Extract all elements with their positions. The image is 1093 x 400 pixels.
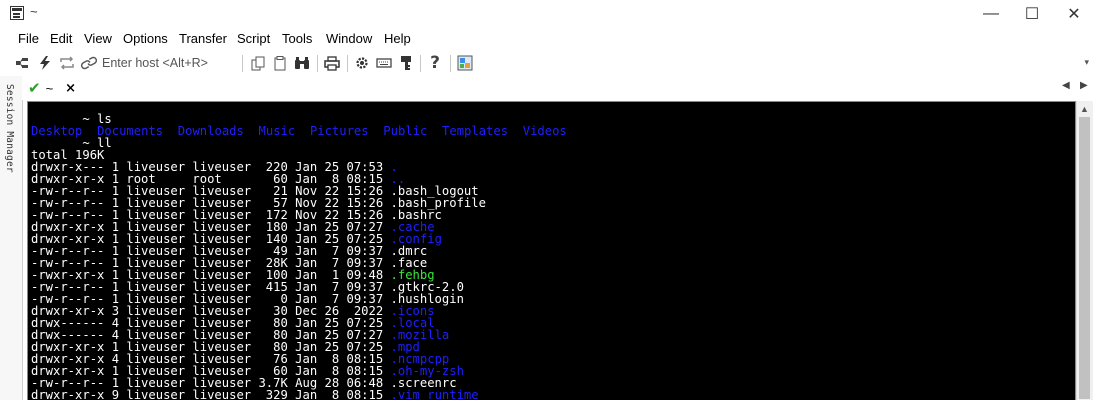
help-icon[interactable]: ? (426, 53, 444, 73)
session-manager-rail[interactable]: Session Manager (0, 76, 23, 400)
terminal-line: Desktop Documents Downloads Music Pictur… (31, 125, 1075, 137)
print-icon[interactable] (323, 54, 341, 72)
directory-name: .vim_runtime (390, 388, 479, 400)
window-title: ~ (30, 4, 38, 19)
keymap-icon[interactable] (375, 54, 393, 72)
menu-options[interactable]: Options (123, 31, 168, 46)
terminal-text: drwxr-xr-x 9 liveuser liveuser 329 Jan 8… (31, 388, 391, 400)
menu-tools[interactable]: Tools (282, 31, 312, 46)
terminal-line: drwxr-xr-x 9 liveuser liveuser 329 Jan 8… (31, 389, 1075, 400)
session-manager-label: Session Manager (4, 84, 15, 173)
link-icon[interactable] (80, 54, 98, 72)
terminal-output: ~ ls Desktop Documents Downloads Music Pi… (31, 113, 1075, 400)
tab-strip: ✔ ~ × ◀ ▶ (22, 76, 1093, 100)
scrollbar-thumb[interactable] (1079, 117, 1090, 399)
terminal-scrollbar[interactable]: ▲ (1076, 101, 1093, 400)
connected-check-icon: ✔ (28, 79, 41, 97)
directory-name: Public (383, 124, 428, 138)
terminal-line: ~ ll (31, 137, 1075, 149)
copy-icon[interactable] (249, 54, 267, 72)
tab-scroll-right-icon[interactable]: ▶ (1080, 80, 1088, 91)
menu-script[interactable]: Script (237, 31, 270, 46)
tab-session[interactable]: ✔ ~ × (26, 78, 76, 98)
paste-icon[interactable] (271, 54, 289, 72)
directory-name: Music (258, 124, 296, 138)
menu-file[interactable]: File (18, 31, 39, 46)
app-icon[interactable] (10, 6, 24, 20)
toolbar-overflow-icon[interactable]: ▾ (1084, 57, 1089, 68)
menu-edit[interactable]: Edit (50, 31, 72, 46)
toolbar: ? ▾ (0, 51, 1093, 77)
find-icon[interactable] (293, 54, 311, 72)
host-input[interactable] (102, 54, 238, 72)
menu-help[interactable]: Help (384, 31, 411, 46)
toolbar-separator (317, 55, 318, 72)
terminal-view[interactable]: ~ ls Desktop Documents Downloads Music Pi… (27, 101, 1076, 400)
close-button[interactable]: ✕ (1051, 0, 1093, 27)
toolbar-separator (450, 55, 451, 72)
minimize-button[interactable]: — (968, 0, 1014, 27)
directory-name: Videos (522, 124, 567, 138)
directory-name: Templates (442, 124, 509, 138)
connect-bar-icon[interactable] (13, 54, 31, 72)
keygen-icon[interactable] (397, 54, 415, 72)
menu-window[interactable]: Window (326, 31, 372, 46)
toolbar-separator (242, 55, 243, 72)
tab-close-icon[interactable]: × (65, 81, 76, 96)
reconnect-icon[interactable] (58, 54, 76, 72)
menu-bar: File Edit View Options Transfer Script T… (0, 27, 1093, 51)
scroll-up-icon[interactable]: ▲ (1080, 104, 1089, 114)
tab-title: ~ (45, 80, 54, 96)
menu-transfer[interactable]: Transfer (179, 31, 227, 46)
directory-name: Pictures (309, 124, 369, 138)
sftp-icon[interactable] (456, 54, 474, 72)
directory-name: Downloads (177, 124, 244, 138)
quick-connect-icon[interactable] (36, 54, 54, 72)
menu-view[interactable]: View (84, 31, 112, 46)
title-bar: ~ — ☐ ✕ (0, 0, 1093, 27)
toolbar-separator (420, 55, 421, 72)
maximize-button[interactable]: ☐ (1009, 0, 1055, 27)
toolbar-separator (347, 55, 348, 72)
tab-scroll-left-icon[interactable]: ◀ (1062, 80, 1070, 91)
settings-icon[interactable] (353, 54, 371, 72)
